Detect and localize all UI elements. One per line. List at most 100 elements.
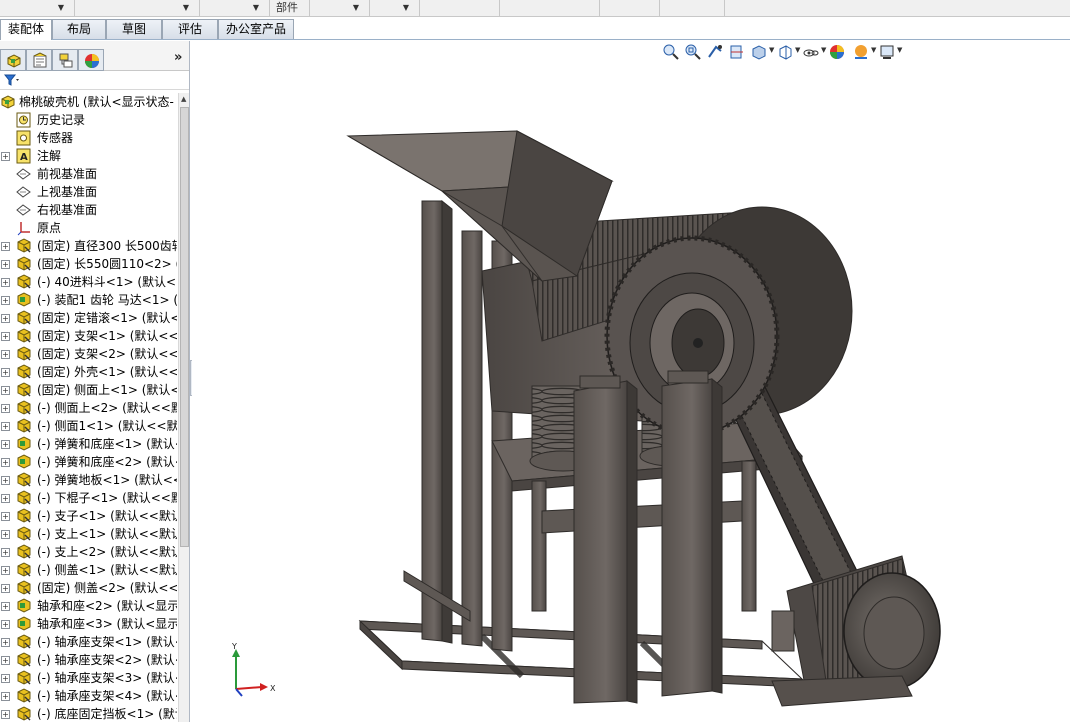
configuration-manager-tab[interactable] [52,49,78,71]
chevron-down-icon[interactable]: ▼ [897,46,902,54]
expand-toggle-icon[interactable]: + [1,152,10,161]
tree-item[interactable]: + (-) 支子<1> (默认<<默认 [0,507,177,525]
tree-item[interactable]: + (-) 底座固定挡板<1> (默认 [0,705,177,722]
tree-item[interactable]: 历史记录 [0,111,177,129]
previous-view-icon[interactable] [706,43,724,61]
tab-assembly[interactable]: 装配体 [0,19,52,40]
section-view-icon[interactable] [728,43,746,61]
expand-toggle-icon[interactable]: + [1,602,10,611]
tree-item[interactable]: + (-) 装配1 齿轮 马达<1> (默 [0,291,177,309]
top-field[interactable]: ▼ [200,0,270,16]
expand-toggle-icon[interactable]: + [1,386,10,395]
tree-item[interactable]: + (-) 弹簧和底座<2> (默认< [0,453,177,471]
panel-expand-button[interactable]: » [174,50,182,65]
tree-item[interactable]: + (固定) 支架<1> (默认<<默 [0,327,177,345]
expand-toggle-icon[interactable]: + [1,674,10,683]
tree-item[interactable]: + (-) 侧盖<1> (默认<<默认 [0,561,177,579]
expand-toggle-icon[interactable]: + [1,656,10,665]
tree-item[interactable]: 上视基准面 [0,183,177,201]
edit-appearance-icon[interactable] [828,43,846,61]
chevron-down-icon[interactable]: ▼ [871,46,876,54]
display-style-icon[interactable] [776,43,794,61]
tree-scrollbar[interactable]: ▲ [178,93,189,722]
tree-item[interactable]: + (-) 支上<1> (默认<<默认 [0,525,177,543]
top-field-component[interactable]: 部件 [270,0,310,16]
zoom-to-fit-icon[interactable] [662,43,680,61]
tree-item[interactable]: + (-) 支上<2> (默认<<默认 [0,543,177,561]
top-field[interactable] [420,0,500,16]
apply-scene-icon[interactable] [852,43,870,61]
tree-item[interactable]: + (-) 轴承座支架<3> (默认< [0,669,177,687]
tab-sketch[interactable]: 草图 [106,19,162,39]
tree-item[interactable]: + 轴承和座<3> (默认<显示 [0,615,177,633]
view-settings-icon[interactable] [878,43,896,61]
tree-item[interactable]: + (-) 弹簧和底座<1> (默认< [0,435,177,453]
top-field[interactable] [660,0,725,16]
tab-office-products[interactable]: 办公室产品 [218,19,294,39]
tree-item[interactable]: 右视基准面 [0,201,177,219]
chevron-down-icon[interactable]: ▼ [769,46,774,54]
expand-toggle-icon[interactable]: + [1,260,10,269]
expand-toggle-icon[interactable]: + [1,278,10,287]
top-field[interactable]: ▼ [370,0,420,16]
hide-show-items-icon[interactable] [802,43,820,61]
machine-model[interactable] [342,81,962,721]
tree-item[interactable]: + (-) 侧面1<1> (默认<<默认 [0,417,177,435]
chevron-down-icon[interactable]: ▼ [795,46,800,54]
tree-item[interactable]: + A 注解 [0,147,177,165]
expand-toggle-icon[interactable]: + [1,332,10,341]
tree-item[interactable]: + (-) 侧面上<2> (默认<<默认 [0,399,177,417]
expand-toggle-icon[interactable]: + [1,314,10,323]
tree-item[interactable]: + (固定) 定错滚<1> (默认<<默 [0,309,177,327]
expand-toggle-icon[interactable]: + [1,242,10,251]
tree-item[interactable]: + (固定) 侧面上<1> (默认< [0,381,177,399]
tree-item[interactable]: + (固定) 侧盖<2> (默认<<默 [0,579,177,597]
expand-toggle-icon[interactable]: + [1,620,10,629]
zoom-to-area-icon[interactable] [684,43,702,61]
expand-toggle-icon[interactable]: + [1,458,10,467]
top-field[interactable] [500,0,600,16]
tree-filter[interactable] [0,72,189,90]
tree-item[interactable]: + (-) 轴承座支架<1> (默认< [0,633,177,651]
tab-layout[interactable]: 布局 [52,19,106,39]
expand-toggle-icon[interactable]: + [1,530,10,539]
expand-toggle-icon[interactable]: + [1,710,10,719]
top-field[interactable] [600,0,660,16]
tree-item[interactable]: + (固定) 长550圆110<2> (默 [0,255,177,273]
tab-evaluate[interactable]: 评估 [162,19,218,39]
feature-manager-tab[interactable] [0,49,26,71]
tree-item[interactable]: + (-) 轴承座支架<4> (默认< [0,687,177,705]
scroll-thumb[interactable] [180,107,189,547]
expand-toggle-icon[interactable]: + [1,692,10,701]
expand-toggle-icon[interactable]: + [1,368,10,377]
expand-toggle-icon[interactable]: + [1,566,10,575]
tree-item[interactable]: + (-) 下棍子<1> (默认<<默 [0,489,177,507]
view-orientation-icon[interactable] [750,43,768,61]
top-field[interactable]: ▼ [0,0,75,16]
expand-toggle-icon[interactable]: + [1,476,10,485]
top-field[interactable]: ▼ [75,0,200,16]
tree-item[interactable]: 传感器 [0,129,177,147]
expand-toggle-icon[interactable]: + [1,584,10,593]
graphics-area[interactable]: ▼ ▼ ▼ ▼ ▼ Y X [192,41,1070,722]
appearance-tab[interactable] [78,49,104,71]
tree-item[interactable]: + (-) 弹簧地板<1> (默认<< [0,471,177,489]
expand-toggle-icon[interactable]: + [1,350,10,359]
expand-toggle-icon[interactable]: + [1,422,10,431]
tree-item[interactable]: + (-) 40进料斗<1> (默认<<默 [0,273,177,291]
chevron-down-icon[interactable]: ▼ [821,46,826,54]
expand-toggle-icon[interactable]: + [1,440,10,449]
tree-item[interactable]: 前视基准面 [0,165,177,183]
expand-toggle-icon[interactable]: + [1,548,10,557]
top-field[interactable]: ▼ [310,0,370,16]
tree-item[interactable]: 原点 [0,219,177,237]
tree-item[interactable]: + (-) 轴承座支架<2> (默认< [0,651,177,669]
tree-item[interactable]: + (固定) 直径300 长500齿轴 [0,237,177,255]
expand-toggle-icon[interactable]: + [1,404,10,413]
expand-toggle-icon[interactable]: + [1,512,10,521]
expand-toggle-icon[interactable]: + [1,494,10,503]
expand-toggle-icon[interactable]: + [1,638,10,647]
tree-item[interactable]: + (固定) 外壳<1> (默认<<默 [0,363,177,381]
tree-item[interactable]: + 轴承和座<2> (默认<显示 [0,597,177,615]
tree-root-assembly[interactable]: 棉桃破壳机 (默认<显示状态- [0,93,177,111]
